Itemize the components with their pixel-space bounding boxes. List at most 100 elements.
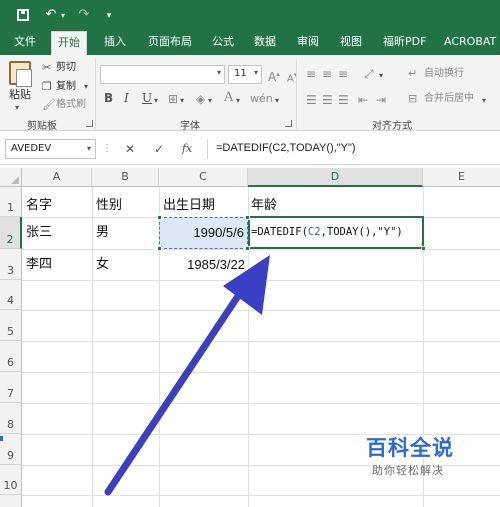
undo-dropdown-icon[interactable]: ▾	[58, 7, 68, 25]
decrease-indent-icon[interactable]: ⇤	[358, 93, 368, 107]
customize-qat-icon[interactable]: ▾	[100, 7, 118, 25]
font-color-icon[interactable]: A	[224, 91, 233, 105]
fill-dropdown-icon[interactable]: ▾	[208, 94, 212, 108]
align-right-icon[interactable]: ☰	[338, 93, 349, 107]
font-color-dropdown-icon[interactable]: ▾	[236, 94, 240, 108]
tab-view[interactable]: 视图	[340, 31, 362, 55]
fill-handle[interactable]	[421, 246, 426, 251]
wrap-text-icon[interactable]: ↵	[408, 67, 417, 81]
row-header-1[interactable]: 1	[0, 187, 22, 217]
column-header-c[interactable]: C	[159, 168, 248, 187]
merge-center-icon[interactable]: ⊟	[408, 92, 417, 106]
align-top-icon[interactable]: ≡	[306, 67, 316, 81]
ribbon-separator	[95, 59, 96, 129]
watermark-subtitle: 助你轻松解决	[372, 464, 444, 477]
underline-dropdown-icon[interactable]: ▾	[154, 94, 158, 108]
copy-icon[interactable]: ❐	[42, 80, 52, 94]
row-header-8[interactable]: 8	[0, 403, 22, 434]
paste-label: 粘贴	[9, 88, 31, 101]
row-header-10[interactable]: 10	[0, 465, 22, 495]
font-name-select[interactable]: ▾	[100, 65, 225, 84]
title-bar: ↶ ▾ ↷ ▾	[0, 0, 500, 31]
insert-function-button[interactable]: fx	[176, 140, 198, 158]
gridline	[22, 372, 500, 373]
clipboard-launcher-icon[interactable]	[86, 120, 93, 127]
watermark-title: 百科全说	[366, 436, 454, 460]
tab-formulas[interactable]: 公式	[212, 31, 234, 55]
row-header-2[interactable]: 2	[0, 217, 22, 249]
font-group-label: 字体	[180, 121, 200, 132]
cell-a1[interactable]: 名字	[26, 191, 90, 221]
cell-a3[interactable]: 李四	[26, 250, 90, 280]
align-center-icon[interactable]: ☰	[322, 93, 333, 107]
borders-icon[interactable]: ⊞	[168, 92, 178, 106]
selection-handle[interactable]	[157, 215, 162, 220]
bold-button[interactable]: B	[104, 91, 113, 105]
name-box[interactable]: AVEDEV ▾	[5, 139, 96, 159]
splitter-handle[interactable]: ⋮	[102, 143, 112, 154]
cell-c3[interactable]: 1985/3/22	[159, 250, 248, 280]
ribbon: 粘贴 ▾ ✂ 剪切 ❐ 复制 ▾ 🖌 格式刷 剪贴板 ▾ 11 ▾ A▴ A▾ …	[0, 55, 500, 132]
align-bottom-icon[interactable]: ≡	[338, 67, 348, 81]
cell-b2[interactable]: 男	[96, 218, 156, 248]
fill-color-icon[interactable]: ◈	[196, 92, 205, 106]
align-middle-icon[interactable]: ≡	[322, 67, 332, 81]
column-header-d[interactable]: D	[248, 168, 423, 187]
row-header-3[interactable]: 3	[0, 249, 22, 280]
tab-review[interactable]: 审阅	[297, 31, 319, 55]
selection-handle[interactable]	[245, 215, 250, 220]
orientation-icon[interactable]: ⤢	[364, 67, 374, 81]
row-header-11[interactable]	[0, 495, 22, 507]
column-header-a[interactable]: A	[22, 168, 92, 187]
cut-icon[interactable]: ✂	[42, 61, 51, 75]
font-size-value: 11	[234, 68, 247, 79]
grow-font-icon[interactable]: A▴	[268, 67, 280, 84]
column-header-b[interactable]: B	[92, 168, 159, 187]
merge-center-button[interactable]: 合并后居中	[424, 92, 474, 106]
tab-page-layout[interactable]: 页面布局	[148, 31, 192, 55]
wrap-text-button[interactable]: 自动换行	[424, 67, 464, 81]
tab-data[interactable]: 数据	[254, 31, 276, 55]
cell-d2-editing[interactable]: =DATEDIF(C2,TODAY(),"Y")	[248, 216, 424, 249]
tab-acrobat[interactable]: ACROBAT	[444, 31, 496, 55]
tab-foxit-pdf[interactable]: 福昕PDF	[383, 31, 426, 55]
save-icon[interactable]	[14, 6, 32, 27]
orientation-dropdown-icon[interactable]: ▾	[379, 69, 383, 83]
copy-dropdown-icon[interactable]: ▾	[84, 80, 88, 94]
row-header-5[interactable]: 5	[0, 310, 22, 341]
chevron-down-icon: ▾	[216, 68, 221, 77]
increase-indent-icon[interactable]: ⇥	[376, 93, 386, 107]
row-header-6[interactable]: 6	[0, 341, 22, 372]
enter-button[interactable]: ✓	[148, 140, 170, 158]
formula-text: =DATEDIF(C2,TODAY(),"Y")	[216, 142, 356, 154]
cancel-button[interactable]: ✕	[119, 140, 141, 158]
borders-dropdown-icon[interactable]: ▾	[180, 94, 184, 108]
row-header-4[interactable]: 4	[0, 280, 22, 310]
merge-dropdown-icon[interactable]: ▾	[482, 94, 486, 108]
cell-b1[interactable]: 性别	[96, 191, 156, 221]
paste-dropdown-icon: ▾	[15, 103, 20, 112]
cell-c2[interactable]: 1990/5/6	[159, 217, 248, 249]
phonetic-icon[interactable]: wén	[250, 92, 273, 106]
copy-button[interactable]: 复制	[56, 80, 76, 94]
tab-file[interactable]: 文件	[14, 31, 36, 55]
align-left-icon[interactable]: ☰	[306, 93, 317, 107]
column-header-e[interactable]: E	[423, 168, 500, 187]
font-size-select[interactable]: 11 ▾	[228, 65, 262, 84]
italic-button[interactable]: I	[124, 91, 129, 105]
formula-input[interactable]: =DATEDIF(C2,TODAY(),"Y")	[207, 139, 500, 159]
row-header-9[interactable]: 9	[0, 434, 22, 465]
font-launcher-icon[interactable]	[285, 120, 292, 127]
underline-button[interactable]: U	[142, 91, 152, 105]
select-all-button[interactable]	[0, 168, 22, 187]
format-painter-button[interactable]: 格式刷	[56, 98, 86, 112]
row-header-7[interactable]: 7	[0, 372, 22, 403]
cut-button[interactable]: 剪切	[56, 61, 76, 75]
cell-b3[interactable]: 女	[96, 250, 156, 280]
tab-insert[interactable]: 插入	[104, 31, 126, 55]
redo-icon[interactable]: ↷	[75, 6, 93, 24]
format-painter-icon[interactable]: 🖌	[42, 98, 56, 112]
phonetic-dropdown-icon[interactable]: ▾	[275, 94, 279, 108]
tab-home[interactable]: 开始	[51, 31, 87, 56]
cell-a2[interactable]: 张三	[26, 218, 90, 248]
